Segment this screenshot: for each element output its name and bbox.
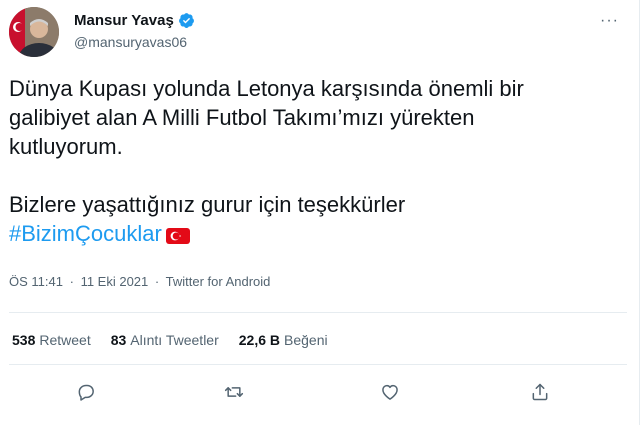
reply-icon[interactable]	[74, 380, 98, 404]
tweet-meta: ÖS 11:41 · 11 Eki 2021 · Twitter for And…	[9, 274, 270, 289]
heart-icon[interactable]	[378, 380, 402, 404]
turkey-flag-icon	[165, 222, 190, 251]
likes-label: Beğeni	[284, 332, 328, 348]
meta-separator: ·	[69, 274, 74, 289]
tweet-text: Dünya Kupası yolunda Letonya karşısında …	[9, 74, 609, 251]
meta-separator: ·	[154, 274, 160, 289]
tweet-card: Mansur Yavaş @mansuryavas06 ··· Dünya Ku…	[0, 0, 640, 425]
tweet-line: Dünya Kupası yolunda Letonya karşısında …	[9, 76, 524, 101]
tweet-line: kutluyorum.	[9, 134, 123, 159]
tweet-date[interactable]: 11 Eki 2021	[81, 274, 149, 289]
display-name[interactable]: Mansur Yavaş	[74, 12, 174, 29]
likes-stat[interactable]: 22,6 B Beğeni	[239, 332, 328, 348]
tweet-source[interactable]: Twitter for Android	[166, 274, 271, 289]
tweet-hashtag-line: #BizimÇocuklar	[9, 219, 609, 251]
tweet-line: galibiyet alan A Milli Futbol Takımı’mız…	[9, 105, 475, 130]
share-icon[interactable]	[528, 380, 552, 404]
action-bar	[0, 380, 640, 404]
verified-badge-icon	[178, 12, 195, 29]
quotes-stat[interactable]: 83 Alıntı Tweetler	[111, 332, 219, 348]
handle[interactable]: @mansuryavas06	[74, 34, 187, 50]
author-name-row: Mansur Yavaş	[74, 12, 195, 29]
quotes-label: Alıntı Tweetler	[130, 332, 219, 348]
retweets-count: 538	[12, 332, 36, 348]
tweet-line: Bizlere yaşattığınız gurur için teşekkür…	[9, 192, 406, 217]
retweet-icon[interactable]	[222, 380, 246, 404]
tweet-time[interactable]: ÖS 11:41	[9, 274, 63, 289]
retweets-label: Retweet	[39, 332, 91, 348]
quotes-count: 83	[110, 332, 127, 348]
avatar[interactable]	[9, 7, 59, 57]
hashtag-link[interactable]: #BizimÇocuklar	[9, 221, 162, 246]
engagement-stats: 538 Retweet 83 Alıntı Tweetler 22,6 B Beğen…	[12, 332, 348, 348]
retweets-stat[interactable]: 538 Retweet	[12, 332, 91, 348]
likes-count: 22,6 B	[238, 332, 280, 348]
divider	[9, 364, 627, 365]
more-options-icon[interactable]: ···	[600, 12, 619, 30]
divider	[9, 312, 627, 313]
